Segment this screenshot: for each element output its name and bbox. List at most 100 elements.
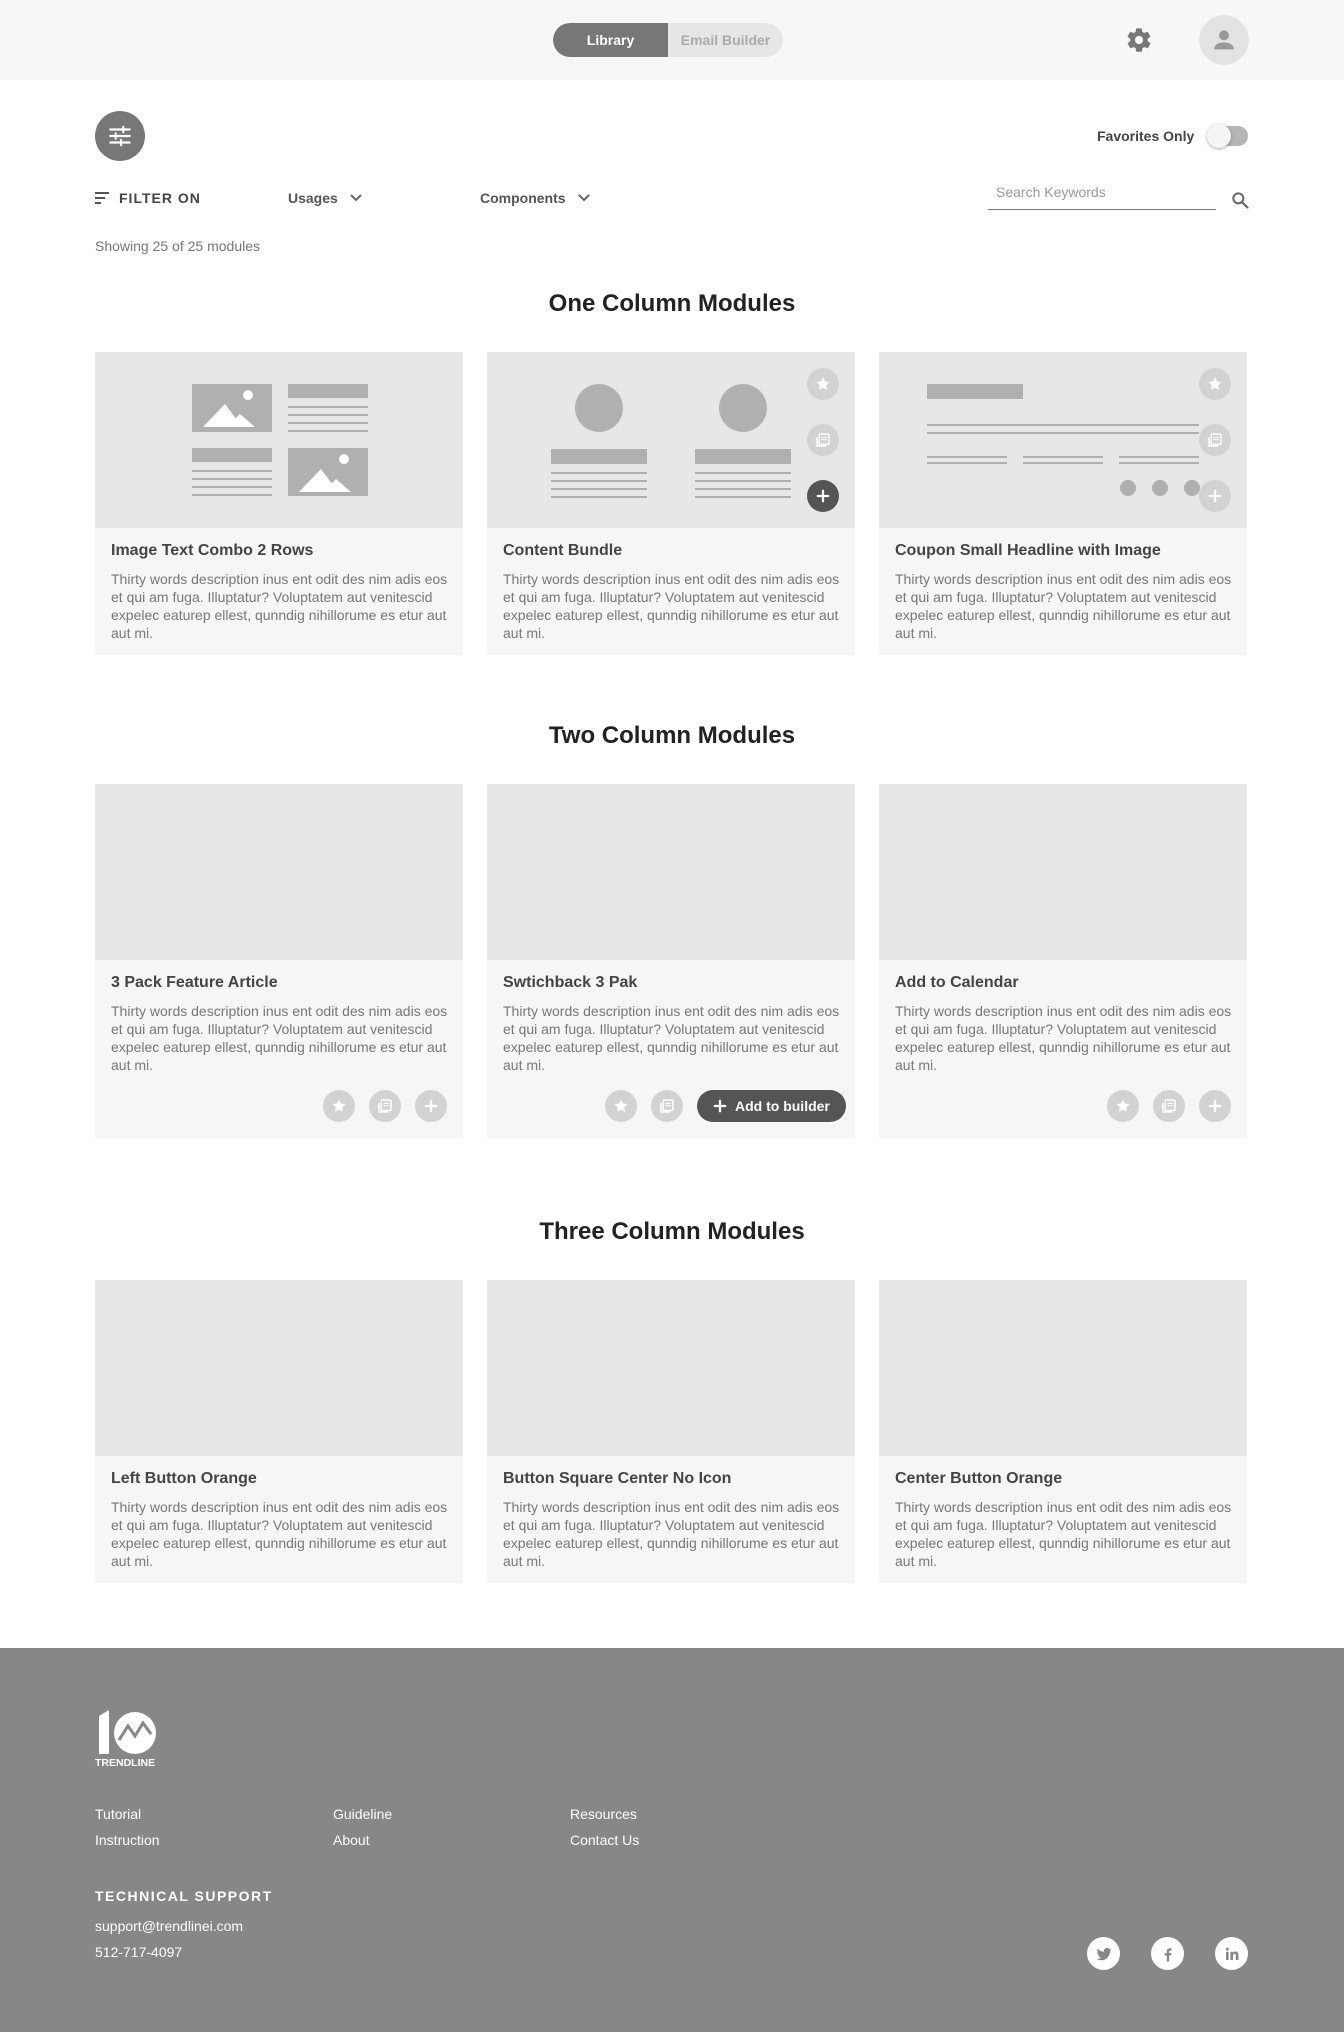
module-title: Image Text Combo 2 Rows bbox=[111, 542, 314, 559]
search-input[interactable] bbox=[988, 180, 1216, 204]
add-to-builder-label: Add to builder bbox=[735, 1098, 830, 1114]
tab-email-builder[interactable]: Email Builder bbox=[668, 23, 783, 57]
sliders-icon bbox=[109, 125, 131, 147]
coupon-wireframe bbox=[927, 384, 1200, 496]
module-thumbnail bbox=[879, 352, 1247, 528]
module-card[interactable]: 3 Pack Feature Article Thirty words desc… bbox=[95, 784, 463, 1138]
module-thumbnail bbox=[487, 784, 855, 960]
twitter-icon bbox=[1096, 1947, 1111, 1960]
gear-icon[interactable] bbox=[1125, 26, 1153, 54]
add-to-builder-button[interactable]: Add to builder bbox=[697, 1090, 846, 1122]
module-title: Center Button Orange bbox=[895, 1470, 1063, 1487]
module-card[interactable]: Button Square Center No Icon Thirty word… bbox=[487, 1280, 855, 1583]
chevron-down-icon bbox=[577, 194, 590, 202]
add-button[interactable] bbox=[1199, 480, 1231, 512]
usages-dropdown[interactable]: Usages bbox=[288, 190, 362, 206]
add-button[interactable] bbox=[415, 1090, 447, 1122]
filter-list-icon bbox=[95, 192, 109, 204]
module-description: Thirty words description inus ent odit d… bbox=[503, 571, 840, 641]
preview-button[interactable] bbox=[807, 424, 839, 456]
add-button[interactable] bbox=[807, 480, 839, 512]
module-thumbnail bbox=[487, 352, 855, 528]
module-title: 3 Pack Feature Article bbox=[111, 974, 278, 991]
top-bar: Library Email Builder bbox=[0, 0, 1344, 80]
logo-text: TRENDLINE bbox=[95, 1757, 155, 1768]
module-description: Thirty words description inus ent odit d… bbox=[503, 1499, 840, 1569]
module-thumbnail bbox=[879, 784, 1247, 960]
favorite-button[interactable] bbox=[807, 368, 839, 400]
trendline-logo[interactable]: TRENDLINE bbox=[95, 1710, 175, 1768]
search-field bbox=[988, 180, 1216, 210]
twitter-button[interactable] bbox=[1087, 1937, 1120, 1970]
module-title: Button Square Center No Icon bbox=[503, 1470, 732, 1487]
support-phone: 512-717-4097 bbox=[95, 1944, 183, 1960]
technical-support-title: TECHNICAL SUPPORT bbox=[95, 1888, 273, 1904]
filter-on[interactable]: FILTER ON bbox=[95, 190, 201, 206]
footer-link-instruction[interactable]: Instruction bbox=[95, 1832, 160, 1848]
module-thumbnail bbox=[487, 1280, 855, 1456]
copy-icon bbox=[1208, 433, 1222, 447]
module-title: Add to Calendar bbox=[895, 974, 1019, 991]
preview-button[interactable] bbox=[1153, 1090, 1185, 1122]
footer-link-about[interactable]: About bbox=[333, 1832, 370, 1848]
section-title-two-column: Two Column Modules bbox=[548, 722, 796, 749]
plus-icon bbox=[1208, 1099, 1222, 1113]
footer: TRENDLINE Tutorial Instruction Guideline… bbox=[0, 1648, 1344, 2032]
footer-link-guideline[interactable]: Guideline bbox=[333, 1806, 392, 1822]
favorite-button[interactable] bbox=[1107, 1090, 1139, 1122]
plus-icon bbox=[1208, 489, 1222, 503]
favorite-button[interactable] bbox=[323, 1090, 355, 1122]
module-description: Thirty words description inus ent odit d… bbox=[895, 1499, 1232, 1569]
copy-icon bbox=[660, 1099, 674, 1113]
favorites-only-label: Favorites Only bbox=[1097, 128, 1195, 144]
preview-button[interactable] bbox=[651, 1090, 683, 1122]
usages-label: Usages bbox=[288, 190, 338, 206]
footer-link-resources[interactable]: Resources bbox=[570, 1806, 637, 1822]
module-title: Content Bundle bbox=[503, 542, 623, 559]
favorites-toggle[interactable] bbox=[1207, 124, 1248, 148]
preview-button[interactable] bbox=[1199, 424, 1231, 456]
module-card[interactable]: Image Text Combo 2 Rows Thirty words des… bbox=[95, 352, 463, 655]
search-icon[interactable] bbox=[1230, 190, 1250, 210]
module-description: Thirty words description inus ent odit d… bbox=[895, 1003, 1232, 1073]
module-thumbnail bbox=[95, 1280, 463, 1456]
preview-button[interactable] bbox=[369, 1090, 401, 1122]
filter-settings-button[interactable] bbox=[95, 111, 145, 161]
favorite-button[interactable] bbox=[605, 1090, 637, 1122]
copy-icon bbox=[1162, 1099, 1176, 1113]
footer-link-tutorial[interactable]: Tutorial bbox=[95, 1806, 141, 1822]
plus-icon bbox=[713, 1099, 727, 1113]
avatar[interactable] bbox=[1199, 15, 1249, 65]
module-title: Left Button Orange bbox=[111, 1470, 257, 1487]
user-icon bbox=[1214, 30, 1234, 50]
module-card[interactable]: Content Bundle Thirty words description … bbox=[487, 352, 855, 655]
tab-library[interactable]: Library bbox=[553, 23, 668, 57]
facebook-icon bbox=[1164, 1947, 1172, 1961]
image-text-wireframe bbox=[192, 384, 368, 496]
module-card[interactable]: Center Button Orange Thirty words descri… bbox=[879, 1280, 1247, 1583]
support-email-link[interactable]: support@trendlinei.com bbox=[95, 1918, 243, 1934]
star-icon bbox=[1208, 377, 1222, 390]
star-icon bbox=[332, 1099, 346, 1112]
star-icon bbox=[816, 377, 830, 390]
module-description: Thirty words description inus ent odit d… bbox=[895, 571, 1232, 641]
add-button[interactable] bbox=[1199, 1090, 1231, 1122]
module-description: Thirty words description inus ent odit d… bbox=[111, 571, 448, 641]
module-card[interactable]: Left Button Orange Thirty words descript… bbox=[95, 1280, 463, 1583]
copy-icon bbox=[816, 433, 830, 447]
view-switcher: Library Email Builder bbox=[553, 23, 783, 57]
content-bundle-wireframe bbox=[551, 384, 791, 498]
footer-link-contact-us[interactable]: Contact Us bbox=[570, 1832, 639, 1848]
module-card[interactable]: Coupon Small Headline with Image Thirty … bbox=[879, 352, 1247, 655]
linkedin-button[interactable] bbox=[1215, 1937, 1248, 1970]
module-card[interactable]: Add to Calendar Thirty words description… bbox=[879, 784, 1247, 1138]
module-description: Thirty words description inus ent odit d… bbox=[111, 1003, 448, 1073]
star-icon bbox=[614, 1099, 628, 1112]
favorite-button[interactable] bbox=[1199, 368, 1231, 400]
chevron-down-icon bbox=[350, 194, 362, 202]
results-count: Showing 25 of 25 modules bbox=[95, 238, 260, 254]
components-label: Components bbox=[480, 190, 566, 206]
module-card[interactable]: Swtichback 3 Pak Thirty words descriptio… bbox=[487, 784, 855, 1138]
facebook-button[interactable] bbox=[1151, 1937, 1184, 1970]
components-dropdown[interactable]: Components bbox=[480, 190, 590, 206]
